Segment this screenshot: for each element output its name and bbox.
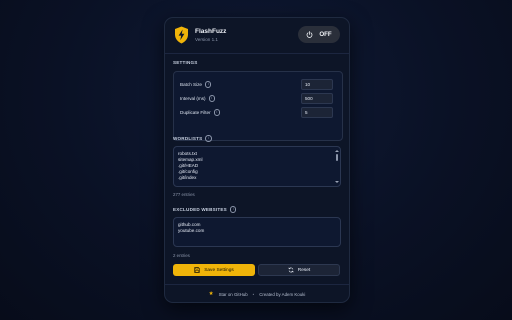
app-name: FlashFuzz	[195, 28, 227, 35]
footer-separator: •	[252, 291, 255, 297]
excluded-count: 2 entries	[173, 253, 190, 258]
save-icon	[194, 267, 200, 273]
header: FlashFuzz Version 1.1 OFF	[165, 18, 349, 54]
wordlists-textarea[interactable]: robots.txt sitemap.xml .git/HEAD .git/co…	[173, 146, 341, 187]
star-icon: ★	[208, 291, 214, 297]
setting-row-interval: Interval (ms) i 500	[180, 93, 338, 104]
star-github-link[interactable]: Star on GitHub	[219, 292, 248, 297]
shield-bolt-logo-icon	[175, 26, 188, 44]
duplicate-filter-input[interactable]: 5	[301, 107, 333, 118]
wordlists-scrollbar[interactable]	[335, 150, 339, 183]
power-icon	[306, 31, 313, 38]
scrollbar-thumb[interactable]	[336, 154, 338, 161]
extension-popup: FlashFuzz Version 1.1 OFF SETTINGS Batch…	[164, 17, 350, 303]
wordlists-count: 277 entries	[173, 192, 195, 197]
setting-label: Duplicate Filter i	[180, 109, 221, 116]
info-icon[interactable]: i	[204, 81, 212, 88]
excluded-title: EXCLUDED WEBSITES i	[173, 206, 237, 213]
app-version: Version 1.1	[195, 37, 218, 42]
reset-label: Reset	[297, 267, 311, 273]
settings-panel: Batch Size i 10 Interval (ms) i 500 Dupl…	[173, 71, 343, 141]
setting-row-duplicate-filter: Duplicate Filter i 5	[180, 107, 338, 118]
info-icon[interactable]: i	[229, 206, 237, 213]
settings-title: SETTINGS	[173, 60, 198, 65]
excluded-title-text: EXCLUDED WEBSITES	[173, 206, 227, 212]
power-toggle-button[interactable]: OFF	[298, 26, 340, 43]
reset-button[interactable]: Reset	[258, 264, 340, 276]
batch-size-input[interactable]: 10	[301, 79, 333, 90]
footer: ★ Star on GitHub • Created by Adem Kouki	[165, 284, 349, 302]
wordlists-title: WORDLISTS i	[173, 135, 212, 142]
reset-icon	[288, 267, 294, 273]
setting-label: Batch Size i	[180, 81, 212, 88]
excluded-websites-textarea[interactable]: github.com youtube.com	[173, 217, 341, 247]
credit-link[interactable]: Created by Adem Kouki	[259, 292, 305, 297]
setting-label-text: Batch Size	[180, 81, 202, 87]
list-item: .git/index	[178, 175, 197, 180]
info-icon[interactable]: i	[213, 109, 221, 116]
setting-row-batch-size: Batch Size i 10	[180, 79, 338, 90]
info-icon[interactable]: i	[208, 95, 216, 102]
setting-label: Interval (ms) i	[180, 95, 216, 102]
wordlists-title-text: WORDLISTS	[173, 135, 203, 141]
interval-input[interactable]: 500	[301, 93, 333, 104]
save-settings-button[interactable]: Save Settings	[173, 264, 255, 276]
setting-label-text: Duplicate Filter	[180, 109, 211, 115]
scroll-down-arrow-icon[interactable]	[335, 181, 339, 183]
save-label: Save Settings	[204, 267, 234, 273]
settings-title-text: SETTINGS	[173, 60, 198, 65]
scroll-up-arrow-icon[interactable]	[335, 150, 339, 152]
list-item: youtube.com	[178, 228, 205, 233]
info-icon[interactable]: i	[205, 135, 212, 142]
power-label: OFF	[319, 31, 332, 38]
setting-label-text: Interval (ms)	[180, 95, 206, 101]
